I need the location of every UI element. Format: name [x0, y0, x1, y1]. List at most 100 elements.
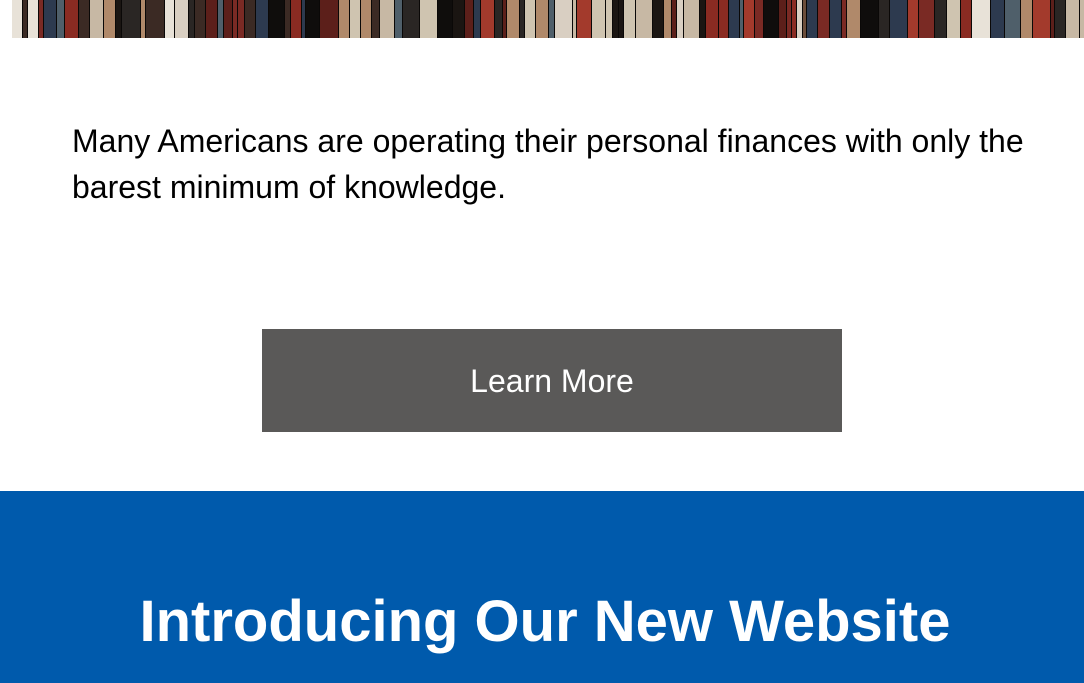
book-gap: [990, 0, 991, 38]
book-gap: [305, 0, 306, 38]
book-gap: [524, 0, 525, 38]
book-gap: [663, 0, 664, 38]
book-spine: [536, 0, 549, 38]
book-gap: [591, 0, 592, 38]
book-gap: [56, 0, 57, 38]
book-gap: [605, 0, 606, 38]
book-gap: [502, 0, 503, 38]
book-gap: [671, 0, 672, 38]
book-spine: [779, 0, 787, 38]
book-gap: [623, 0, 624, 38]
book-spine: [908, 0, 919, 38]
book-spine: [818, 0, 830, 38]
book-spine: [438, 0, 453, 38]
book-gap: [301, 0, 302, 38]
bookshelf-banner-image: [12, 0, 1084, 38]
book-spine: [507, 0, 520, 38]
book-spine: [961, 0, 972, 38]
book-spine: [420, 0, 438, 38]
book-gap: [635, 0, 636, 38]
book-spine: [1066, 0, 1080, 38]
book-gap: [1004, 0, 1005, 38]
book-spine: [380, 0, 395, 38]
book-spine: [624, 0, 636, 38]
book-spine: [1033, 0, 1051, 38]
book-gap: [164, 0, 165, 38]
book-spine: [320, 0, 339, 38]
book-gap: [960, 0, 961, 38]
book-gap: [554, 0, 555, 38]
book-gap: [1032, 0, 1033, 38]
book-spine: [395, 0, 403, 38]
learn-more-button[interactable]: Learn More: [262, 329, 842, 432]
book-gap: [572, 0, 573, 38]
book-gap: [718, 0, 719, 38]
bookshelf-illustration: [12, 0, 1084, 38]
book-gap: [971, 0, 972, 38]
book-gap: [379, 0, 380, 38]
book-spine: [79, 0, 90, 38]
book-gap: [338, 0, 339, 38]
book-gap: [618, 0, 619, 38]
book-gap: [371, 0, 372, 38]
book-gap: [349, 0, 350, 38]
book-gap: [728, 0, 729, 38]
book-spine: [606, 0, 613, 38]
book-gap: [402, 0, 403, 38]
book-spine: [706, 0, 719, 38]
book-spine: [755, 0, 764, 38]
book-spine: [195, 0, 206, 38]
book-spine: [592, 0, 606, 38]
book-spine: [729, 0, 740, 38]
book-spine: [890, 0, 908, 38]
book-gap: [103, 0, 104, 38]
book-spine: [306, 0, 320, 38]
book-gap: [754, 0, 755, 38]
book-gap: [889, 0, 890, 38]
book-gap: [223, 0, 224, 38]
book-gap: [676, 0, 677, 38]
book-spine: [28, 0, 39, 38]
book-spine: [991, 0, 1005, 38]
book-gap: [739, 0, 740, 38]
book-gap: [27, 0, 28, 38]
book-gap: [778, 0, 779, 38]
book-spine: [879, 0, 890, 38]
book-spine: [935, 0, 947, 38]
book-gap: [64, 0, 65, 38]
book-gap: [796, 0, 797, 38]
book-gap: [494, 0, 495, 38]
book-gap: [548, 0, 549, 38]
book-gap: [860, 0, 861, 38]
book-gap: [140, 0, 141, 38]
book-gap: [145, 0, 146, 38]
book-gap: [699, 0, 700, 38]
book-spine: [764, 0, 779, 38]
book-spine: [104, 0, 116, 38]
book-spine: [146, 0, 165, 38]
book-spine: [350, 0, 361, 38]
book-gap: [319, 0, 320, 38]
book-spine: [238, 0, 245, 38]
book-gap: [652, 0, 653, 38]
book-spine: [1005, 0, 1021, 38]
book-spine: [57, 0, 65, 38]
promo-heading: Introducing Our New Website: [139, 589, 951, 654]
book-gap: [290, 0, 291, 38]
book-gap: [394, 0, 395, 38]
book-spine: [122, 0, 141, 38]
book-gap: [232, 0, 233, 38]
book-spine: [744, 0, 755, 38]
book-gap: [934, 0, 935, 38]
book-gap: [43, 0, 44, 38]
book-spine: [719, 0, 729, 38]
book-spine: [339, 0, 350, 38]
book-gap: [829, 0, 830, 38]
book-gap: [1079, 0, 1080, 38]
book-spine: [919, 0, 935, 38]
book-spine: [555, 0, 573, 38]
book-spine: [947, 0, 961, 38]
book-gap: [22, 0, 23, 38]
book-spine: [664, 0, 672, 38]
book-spine: [291, 0, 302, 38]
